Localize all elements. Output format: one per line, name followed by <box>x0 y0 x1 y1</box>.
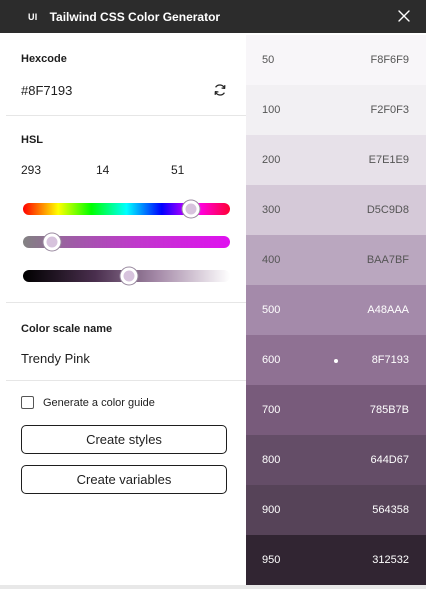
color-guide-checkbox[interactable] <box>21 396 34 409</box>
saturation-value[interactable]: 14 <box>96 163 109 177</box>
swatch-hex-label: 564358 <box>372 504 409 516</box>
swatch-hex-label: BAA7BF <box>366 254 409 266</box>
swatch-step-label: 500 <box>262 304 281 316</box>
color-swatch-100[interactable]: 100 F2F0F3 <box>246 85 426 135</box>
hsl-label: HSL <box>21 134 43 146</box>
refresh-icon[interactable] <box>213 83 227 97</box>
color-scale-name-input[interactable]: Trendy Pink <box>21 351 90 366</box>
swatch-step-label: 600 <box>262 354 281 366</box>
swatch-step-label: 100 <box>262 104 281 116</box>
color-scale-name-label: Color scale name <box>21 323 113 335</box>
saturation-slider[interactable] <box>23 233 230 251</box>
color-swatch-300[interactable]: 300 D5C9D8 <box>246 185 426 235</box>
create-styles-button[interactable]: Create styles <box>21 425 227 454</box>
hue-slider-handle[interactable] <box>182 200 200 218</box>
color-swatch-500[interactable]: 500 A48AAA <box>246 285 426 335</box>
swatch-step-label: 700 <box>262 404 281 416</box>
swatch-step-label: 50 <box>262 54 275 66</box>
color-swatch-200[interactable]: 200 E7E1E9 <box>246 135 426 185</box>
hexcode-label: Hexcode <box>21 53 67 65</box>
lightness-slider[interactable] <box>23 267 230 285</box>
swatch-hex-label: 644D67 <box>370 454 409 466</box>
color-scale-name-section: Color scale name Trendy Pink <box>6 303 246 381</box>
color-swatch-600[interactable]: 600 8F7193 <box>246 335 426 385</box>
color-scale-list: 50 F8F6F9 100 F2F0F3 200 E7E1E9 300 D5C9D8 400 BA… <box>246 35 426 585</box>
hue-value[interactable]: 293 <box>21 163 41 177</box>
color-guide-option[interactable]: Generate a color guide <box>21 396 155 409</box>
swatch-hex-label: 785B7B <box>369 404 409 416</box>
color-swatch-800[interactable]: 800 644D67 <box>246 435 426 485</box>
swatch-hex-label: A48AAA <box>367 304 409 316</box>
swatch-step-label: 300 <box>262 204 281 216</box>
selected-indicator <box>334 359 338 363</box>
swatch-step-label: 950 <box>262 554 281 566</box>
hexcode-section: Hexcode #8F7193 <box>6 33 246 116</box>
swatch-hex-label: F8F6F9 <box>370 54 409 66</box>
swatch-hex-label: F2F0F3 <box>370 104 409 116</box>
settings-panel: Hexcode #8F7193 HSL 293 14 51 Color scal… <box>6 33 246 584</box>
color-swatch-950[interactable]: 950 312532 <box>246 535 426 585</box>
swatch-hex-label: 312532 <box>372 554 409 566</box>
create-variables-button[interactable]: Create variables <box>21 465 227 494</box>
close-icon[interactable] <box>396 8 412 24</box>
swatch-step-label: 400 <box>262 254 281 266</box>
swatch-hex-label: D5C9D8 <box>366 204 409 216</box>
color-swatch-50[interactable]: 50 F8F6F9 <box>246 35 426 85</box>
hexcode-input[interactable]: #8F7193 <box>21 83 72 98</box>
color-swatch-400[interactable]: 400 BAA7BF <box>246 235 426 285</box>
hue-slider[interactable] <box>23 200 230 218</box>
swatch-hex-label: 8F7193 <box>371 354 409 366</box>
title-bar: UI Tailwind CSS Color Generator <box>0 0 426 33</box>
swatch-hex-label: E7E1E9 <box>368 154 409 166</box>
saturation-slider-handle[interactable] <box>43 233 61 251</box>
color-swatch-900[interactable]: 900 564358 <box>246 485 426 535</box>
color-swatch-700[interactable]: 700 785B7B <box>246 385 426 435</box>
bottom-border <box>0 585 426 589</box>
color-guide-label: Generate a color guide <box>43 396 155 409</box>
lightness-slider-handle[interactable] <box>120 267 138 285</box>
lightness-value[interactable]: 51 <box>171 163 184 177</box>
window-title: Tailwind CSS Color Generator <box>49 9 221 24</box>
plugin-badge: UI <box>28 11 38 22</box>
swatch-step-label: 200 <box>262 154 281 166</box>
swatch-step-label: 900 <box>262 504 281 516</box>
swatch-step-label: 800 <box>262 454 281 466</box>
